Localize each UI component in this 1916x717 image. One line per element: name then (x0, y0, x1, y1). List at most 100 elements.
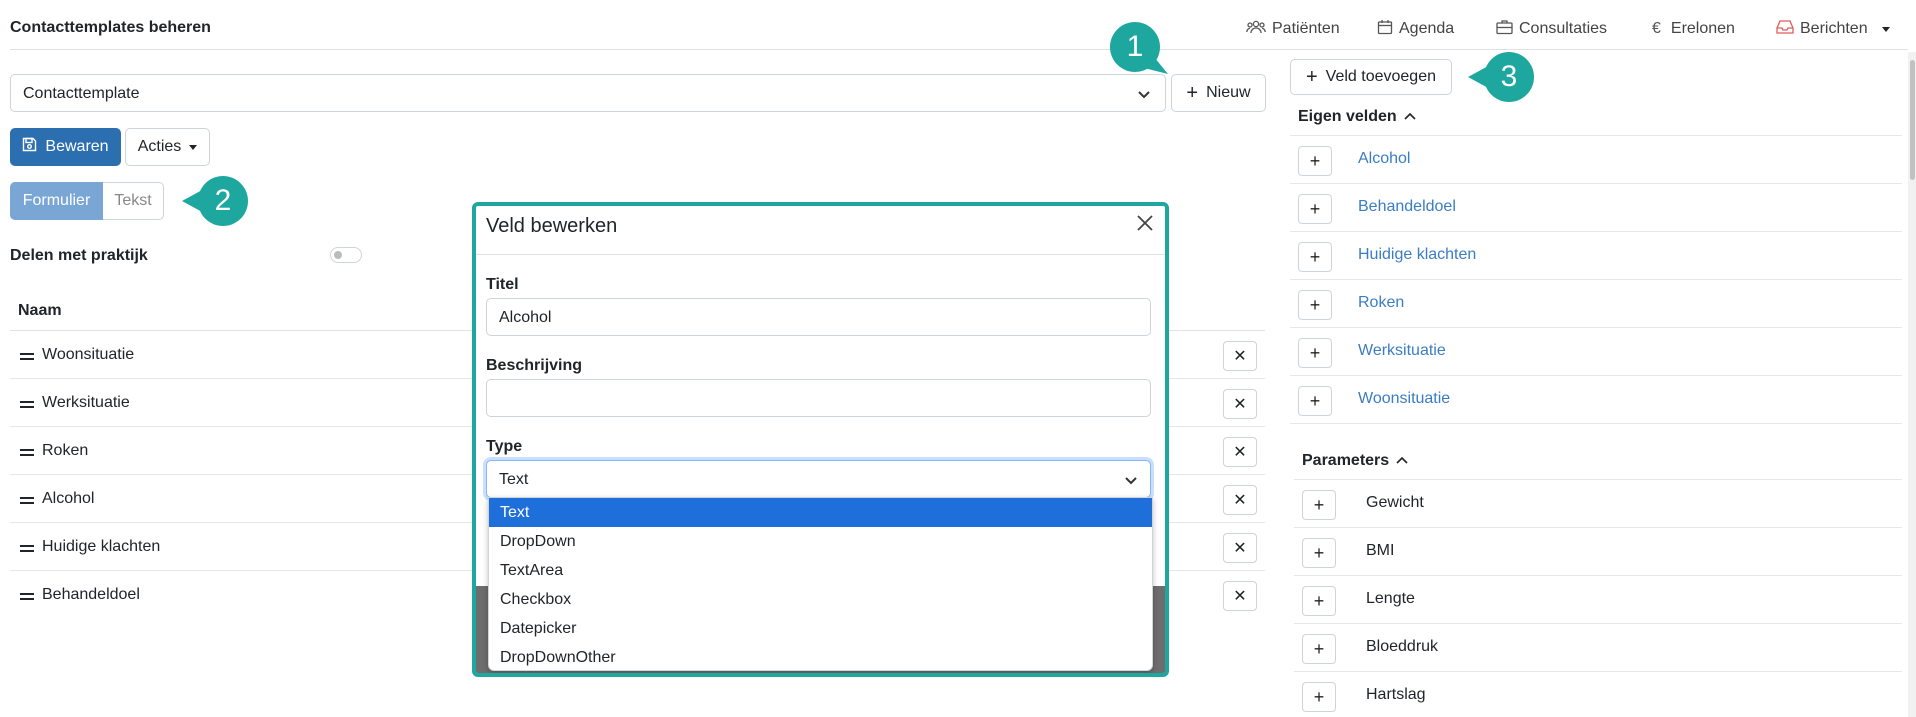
add-item-button[interactable]: + (1298, 194, 1332, 224)
chevron-down-icon (1124, 473, 1138, 491)
type-option[interactable]: DropDown (489, 527, 1152, 556)
type-option[interactable]: DropDownOther (489, 643, 1152, 670)
row-label: Woonsituatie (42, 346, 135, 363)
actions-button[interactable]: Acties (125, 128, 210, 166)
parameter-item: + Gewicht (1294, 480, 1902, 528)
drag-handle-icon[interactable] (20, 545, 34, 555)
nav-label: Patiënten (1272, 20, 1340, 37)
remove-row-button[interactable]: ✕ (1223, 485, 1257, 515)
plus-icon: + (1305, 66, 1318, 88)
parameter-label: Bloeddruk (1366, 638, 1439, 655)
save-button[interactable]: Bewaren (10, 128, 121, 166)
inbox-icon (1776, 19, 1800, 40)
remove-row-button[interactable]: ✕ (1223, 341, 1257, 371)
type-option[interactable]: Datepicker (489, 614, 1152, 643)
type-option[interactable]: Text (489, 498, 1152, 527)
tab-formulier[interactable]: Formulier (10, 182, 103, 220)
save-button-label: Bewaren (45, 138, 109, 155)
nav-label: Erelonen (1670, 20, 1735, 37)
section-title: Parameters (1302, 452, 1390, 469)
type-option[interactable]: TextArea (489, 556, 1152, 585)
own-field-item: + Roken (1290, 280, 1902, 328)
drag-handle-icon[interactable] (20, 401, 34, 411)
drag-handle-icon[interactable] (20, 353, 34, 363)
header-divider (10, 49, 1908, 50)
parameters-toggle[interactable]: Parameters (1302, 452, 1409, 470)
nav-erelonen[interactable]: € Erelonen (1652, 18, 1735, 40)
type-field-label: Type (486, 438, 523, 455)
tab-tekst[interactable]: Tekst (103, 182, 164, 220)
template-select[interactable]: Contacttemplate (10, 74, 1166, 112)
nav-berichten[interactable]: Berichten (1776, 18, 1890, 40)
close-icon[interactable] (1135, 213, 1155, 238)
nav-consultaties[interactable]: Consultaties (1496, 18, 1607, 40)
own-field-link[interactable]: Behandeldoel (1358, 198, 1456, 216)
scrollbar-thumb[interactable] (1910, 60, 1915, 180)
title-input-value: Alcohol (499, 309, 552, 326)
drag-handle-icon[interactable] (20, 497, 34, 507)
nav-label: Consultaties (1519, 20, 1608, 37)
title-field-label: Titel (486, 276, 519, 293)
share-toggle[interactable] (330, 247, 362, 263)
chevron-up-icon (1397, 108, 1417, 126)
own-field-link[interactable]: Alcohol (1358, 150, 1410, 168)
nav-label: Agenda (1399, 20, 1455, 37)
modal-divider (476, 254, 1165, 255)
add-item-button[interactable]: + (1298, 386, 1332, 416)
callout-number: 1 (1110, 22, 1160, 72)
remove-row-button[interactable]: ✕ (1223, 581, 1257, 611)
add-item-button[interactable]: + (1302, 538, 1336, 568)
nav-patienten[interactable]: Patiënten (1246, 18, 1340, 40)
save-icon (22, 137, 45, 157)
parameter-label: Hartslag (1366, 686, 1426, 703)
remove-row-button[interactable]: ✕ (1223, 437, 1257, 467)
title-input[interactable]: Alcohol (486, 298, 1151, 336)
own-field-item: + Werksituatie (1290, 328, 1902, 376)
drag-handle-icon[interactable] (20, 593, 34, 603)
parameter-item: + Lengte (1294, 576, 1902, 624)
calendar-icon (1377, 19, 1399, 40)
section-title: Eigen velden (1298, 108, 1397, 125)
type-select-value: Text (499, 471, 529, 488)
parameter-item: + Bloeddruk (1294, 624, 1902, 672)
own-field-link[interactable]: Woonsituatie (1358, 390, 1450, 408)
own-field-item: + Huidige klachten (1290, 232, 1902, 280)
type-select[interactable]: Text (486, 460, 1151, 498)
remove-row-button[interactable]: ✕ (1223, 389, 1257, 419)
own-fields-toggle[interactable]: Eigen velden (1298, 108, 1417, 126)
edit-field-modal: Veld bewerken Titel Alcohol Beschrijving… (472, 202, 1169, 677)
add-item-button[interactable]: + (1298, 146, 1332, 176)
type-option[interactable]: Checkbox (489, 585, 1152, 614)
caret-down-icon (189, 144, 198, 150)
own-field-item: + Behandeldoel (1290, 184, 1902, 232)
row-label: Werksituatie (42, 394, 130, 411)
add-item-button[interactable]: + (1298, 338, 1332, 368)
view-toggle: Formulier Tekst (10, 182, 164, 220)
chevron-down-icon (1881, 26, 1890, 32)
add-item-button[interactable]: + (1298, 242, 1332, 272)
own-field-link[interactable]: Werksituatie (1358, 342, 1446, 360)
add-item-button[interactable]: + (1302, 586, 1336, 616)
row-label: Alcohol (42, 490, 95, 507)
remove-row-button[interactable]: ✕ (1223, 533, 1257, 563)
callout-number: 2 (198, 176, 248, 226)
row-label: Roken (42, 442, 89, 459)
description-input[interactable] (486, 379, 1151, 417)
own-field-link[interactable]: Roken (1358, 294, 1404, 312)
add-field-label: Veld toevoegen (1325, 68, 1436, 85)
add-item-button[interactable]: + (1302, 634, 1336, 664)
add-item-button[interactable]: + (1298, 290, 1332, 320)
own-field-link[interactable]: Huidige klachten (1358, 246, 1476, 264)
plus-icon: + (1186, 82, 1199, 104)
add-field-button[interactable]: + Veld toevoegen (1290, 59, 1452, 95)
new-button[interactable]: + Nieuw (1171, 74, 1266, 112)
toggle-knob (334, 251, 342, 259)
add-item-button[interactable]: + (1302, 490, 1336, 520)
parameter-label: Gewicht (1366, 494, 1424, 511)
drag-handle-icon[interactable] (20, 449, 34, 459)
chevron-down-icon (1137, 87, 1151, 105)
page-title: Contacttemplates beheren (10, 19, 211, 36)
parameter-item: + Hartslag (1294, 672, 1902, 717)
nav-agenda[interactable]: Agenda (1377, 18, 1454, 40)
add-item-button[interactable]: + (1302, 682, 1336, 712)
